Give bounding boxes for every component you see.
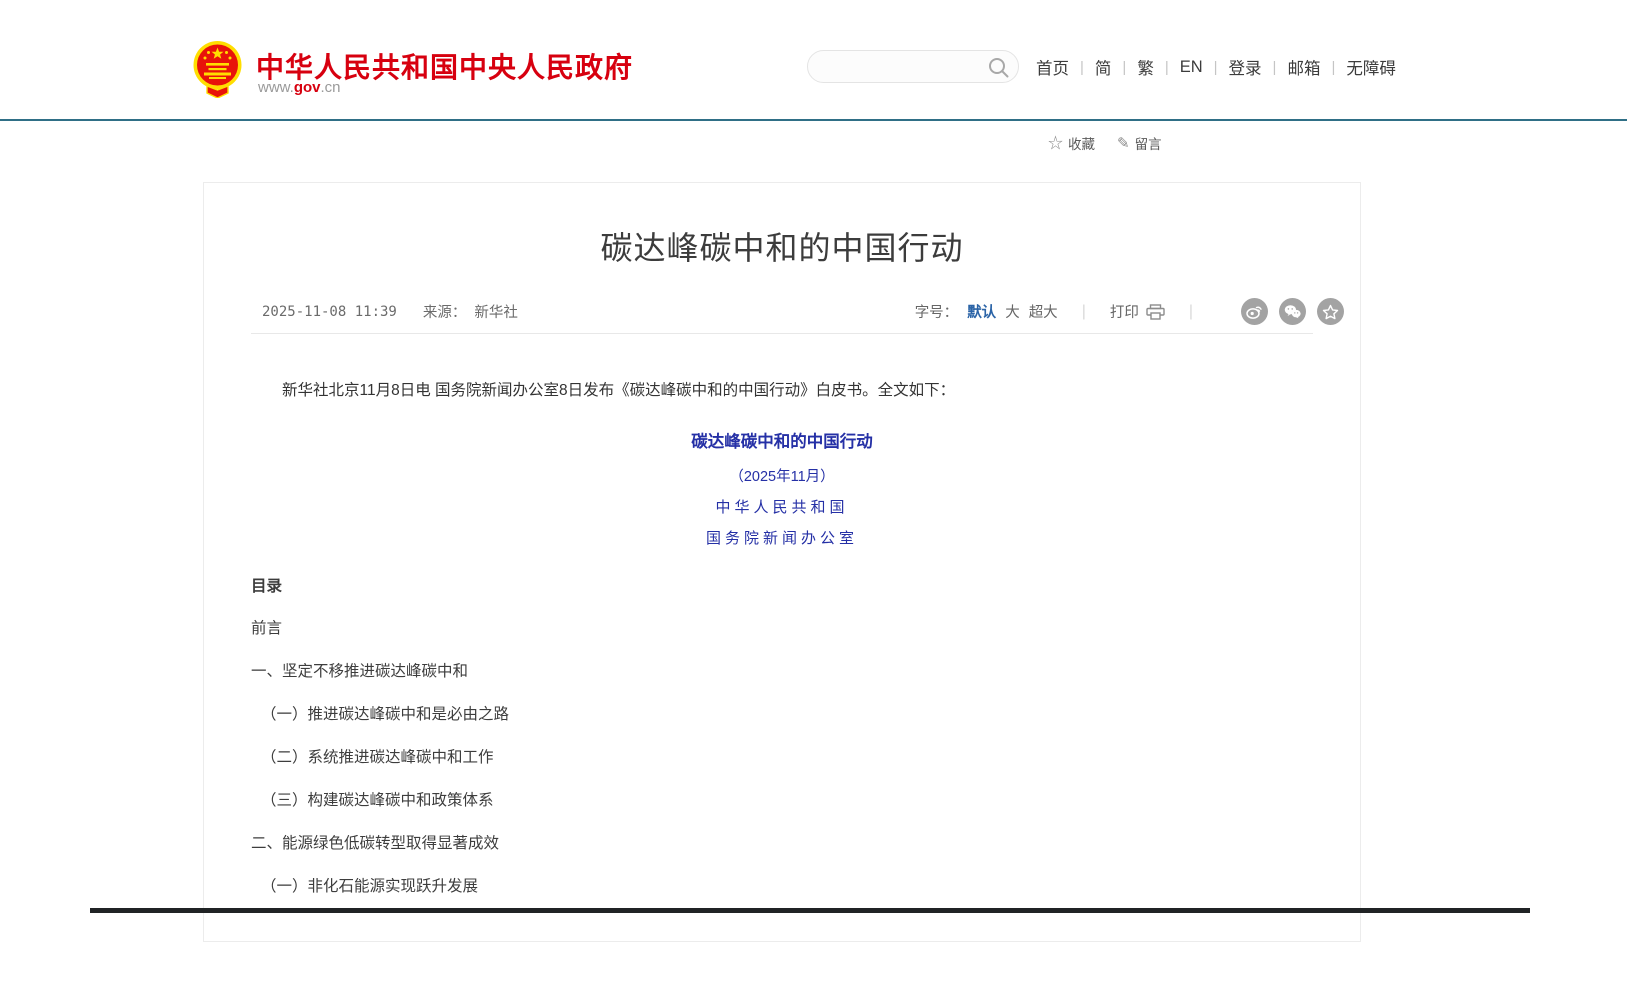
toc-item-section1-3: （三）构建碳达峰碳中和政策体系 <box>261 791 1360 811</box>
message-label: 留言 <box>1135 133 1162 153</box>
nav-separator: | <box>1331 59 1335 76</box>
nav-mail[interactable]: 邮箱 <box>1287 55 1320 79</box>
source-label: 来源： <box>423 301 467 322</box>
article-title: 碳达峰碳中和的中国行动 <box>204 223 1360 269</box>
document-org-line2: 国务院新闻办公室 <box>204 527 1360 548</box>
top-nav: 首页 | 简 | 繁 | EN | 登录 | 邮箱 | 无障碍 <box>1036 54 1396 80</box>
toc-item-preface: 前言 <box>251 619 1360 639</box>
site-header: 中华人民共和国中央人民政府 www.gov.cn 首页| 简| 繁| EN| 登… <box>0 0 1627 120</box>
fontsize-large-button[interactable]: 大 <box>1005 301 1020 322</box>
star-share-icon[interactable] <box>1317 298 1344 325</box>
pencil-icon: ✎ <box>1117 134 1130 152</box>
document-title: 碳达峰碳中和的中国行动 <box>204 428 1360 452</box>
toc-item-section1: 一、坚定不移推进碳达峰碳中和 <box>251 662 1360 682</box>
nav-separator: | <box>1273 59 1277 76</box>
site-url-cn: .cn <box>321 79 341 96</box>
header-divider-line <box>0 119 1627 121</box>
meta-divider-line <box>251 333 1313 334</box>
message-button[interactable]: ✎ 留言 <box>1117 133 1162 153</box>
article-meta-left: 2025-11-08 11:39 来源： 新华社 <box>262 301 518 322</box>
document-org-line1: 中华人民共和国 <box>204 496 1360 517</box>
toc-item-section2: 二、能源绿色低碳转型取得显著成效 <box>251 834 1360 854</box>
lead-paragraph: 新华社北京11月8日电 国务院新闻办公室8日发布《碳达峰碳中和的中国行动》白皮书… <box>251 380 1296 402</box>
article-container: 碳达峰碳中和的中国行动 2025-11-08 11:39 来源： 新华社 字号：… <box>203 182 1361 942</box>
nav-home[interactable]: 首页 <box>1036 55 1069 79</box>
search-icon[interactable] <box>988 57 1009 78</box>
publish-time: 2025-11-08 11:39 <box>262 304 397 320</box>
site-url-gov: gov <box>294 79 321 96</box>
nav-traditional[interactable]: 繁 <box>1137 55 1154 79</box>
toc-item-section1-1: （一）推进碳达峰碳中和是必由之路 <box>261 705 1360 725</box>
page-tools: ☆ 收藏 ✎ 留言 <box>1048 132 1162 153</box>
site-url-www: www. <box>258 79 294 96</box>
source-name: 新华社 <box>474 301 518 322</box>
nav-accessibility[interactable]: 无障碍 <box>1346 55 1396 79</box>
article-meta-tools: 字号： 默认 大 超大 | 打印 | <box>915 298 1344 325</box>
printer-icon <box>1146 304 1165 320</box>
nav-english[interactable]: EN <box>1180 58 1203 77</box>
nav-separator: | <box>1214 59 1218 76</box>
toc-item-section2-1: （一）非化石能源实现跃升发展 <box>261 877 1360 897</box>
favorite-label: 收藏 <box>1068 133 1095 153</box>
meta-separator: | <box>1082 303 1086 321</box>
fontsize-default-button[interactable]: 默认 <box>967 301 996 322</box>
print-label: 打印 <box>1110 301 1139 322</box>
nav-separator: | <box>1080 59 1084 76</box>
star-outline-icon: ☆ <box>1048 132 1063 153</box>
meta-separator: | <box>1189 303 1193 321</box>
national-emblem-logo <box>192 40 243 98</box>
toc-item-section1-2: （二）系统推进碳达峰碳中和工作 <box>261 748 1360 768</box>
nav-login[interactable]: 登录 <box>1229 55 1262 79</box>
nav-simplified[interactable]: 简 <box>1095 55 1112 79</box>
fontsize-label: 字号： <box>915 301 959 322</box>
document-date: （2025年11月） <box>204 465 1360 486</box>
share-icons <box>1241 298 1344 325</box>
wechat-share-icon[interactable] <box>1279 298 1306 325</box>
nav-separator: | <box>1165 59 1169 76</box>
weibo-share-icon[interactable] <box>1241 298 1268 325</box>
article-meta-row: 2025-11-08 11:39 来源： 新华社 字号： 默认 大 超大 | 打… <box>204 301 1360 323</box>
nav-separator: | <box>1122 59 1126 76</box>
fontsize-xlarge-button[interactable]: 超大 <box>1029 301 1058 322</box>
bottom-edge-strip <box>90 908 1530 913</box>
search-input[interactable] <box>824 52 984 81</box>
toc-heading: 目录 <box>251 574 1360 596</box>
favorite-button[interactable]: ☆ 收藏 <box>1048 132 1095 153</box>
print-button[interactable]: 打印 <box>1110 301 1165 322</box>
site-url: www.gov.cn <box>258 79 341 96</box>
search-box <box>807 50 1019 83</box>
